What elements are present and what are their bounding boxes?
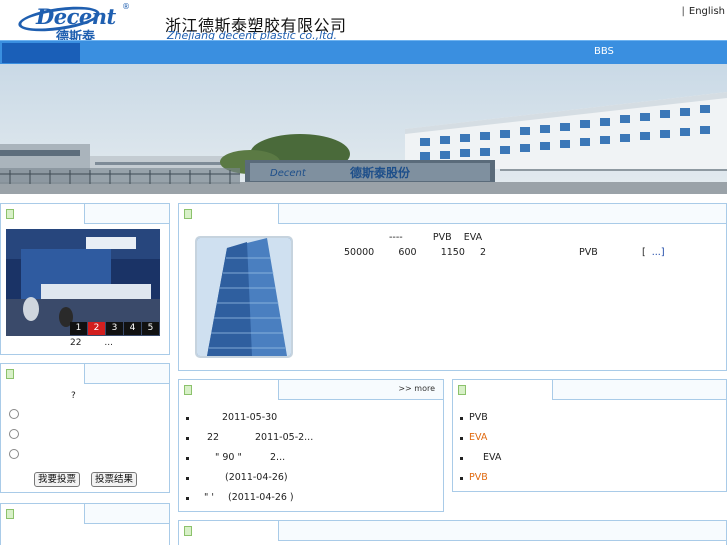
factory-banner-image: Decent 德斯泰股份: [0, 64, 727, 194]
document-icon: [6, 509, 14, 519]
about-text: 50000: [344, 247, 375, 258]
photo-pager: 1 2 3 4 5: [70, 322, 160, 335]
box-tab: [179, 380, 279, 400]
bullet: [186, 437, 189, 440]
svg-text:德斯泰股份: 德斯泰股份: [350, 165, 411, 180]
box-tab: [179, 204, 279, 224]
building-photo: [197, 238, 291, 356]
exhibition-photo-box: 1 2 3 4 5 22 ...: [0, 203, 170, 355]
document-icon: [184, 526, 192, 536]
pager-page-3[interactable]: 3: [106, 322, 123, 335]
vote-submit-button[interactable]: 我要投票: [34, 472, 81, 487]
decent-logo[interactable]: Decent ® 德斯泰: [14, 2, 132, 45]
box-header: [453, 380, 726, 400]
news-date: (2011-04-26 ): [228, 492, 294, 503]
box-header: [1, 504, 169, 524]
news-more-link[interactable]: >> more: [398, 384, 435, 393]
about-text: ----: [389, 232, 403, 243]
site-header: Decent ® 德斯泰 浙江德斯泰塑胶有限公司 Zhejiang decent…: [0, 0, 727, 45]
about-text: PVB: [579, 247, 598, 258]
pager-page-5[interactable]: 5: [142, 322, 159, 335]
vote-box: ? 我要投票 投票结果: [0, 363, 170, 493]
pager-page-1[interactable]: 1: [70, 322, 87, 335]
vote-option-radio-2[interactable]: [9, 429, 19, 439]
bullet: [460, 437, 463, 440]
about-line-2b: PVB: [579, 247, 598, 258]
language-switcher: | English: [682, 6, 725, 17]
exhibition-photo-image: [6, 229, 160, 336]
product-name: PVB: [469, 472, 488, 483]
document-icon: [184, 209, 192, 219]
product-name: EVA: [469, 432, 488, 443]
bottom-center-box: [178, 520, 727, 545]
svg-text:Decent: Decent: [270, 168, 307, 179]
bullet: [186, 417, 189, 420]
box-tab: [1, 504, 85, 524]
box-tab: [1, 364, 85, 384]
bullet: [460, 457, 463, 460]
product-box: PVB EVA EVA PVB: [452, 379, 727, 492]
about-text: EVA: [463, 232, 483, 243]
news-prefix: " ': [204, 492, 215, 503]
bullet: [460, 477, 463, 480]
pager-page-4[interactable]: 4: [124, 322, 141, 335]
about-building-image: [195, 236, 293, 358]
bullet: [186, 497, 189, 500]
nav-home-tab[interactable]: [2, 43, 80, 63]
news-date: 2011-05-30: [222, 412, 278, 423]
box-tab: [1, 204, 85, 224]
vote-option-radio-3[interactable]: [9, 449, 19, 459]
box-header: >> more: [179, 380, 443, 400]
logo-registered-mark: ®: [122, 2, 130, 11]
about-readmore[interactable]: [ ...]: [642, 247, 665, 258]
photo-caption[interactable]: 22 ...: [70, 338, 113, 348]
pager-page-2[interactable]: 2: [88, 322, 105, 335]
caption-ellipsis: ...: [104, 338, 113, 348]
box-header: [179, 204, 726, 224]
box-header: [1, 364, 169, 384]
bullet: [186, 457, 189, 460]
about-text: PVB: [432, 232, 452, 243]
document-icon: [6, 369, 14, 379]
product-name: EVA: [483, 452, 502, 463]
news-date: 2...: [270, 452, 286, 463]
left-bottom-box: [0, 503, 170, 545]
vote-result-button[interactable]: 投票结果: [91, 472, 138, 487]
nav-bbs-link[interactable]: BBS: [594, 46, 614, 57]
factory-banner: Decent 德斯泰股份: [0, 64, 727, 194]
document-icon: [184, 385, 192, 395]
bullet: [460, 417, 463, 420]
news-prefix: 22: [207, 432, 220, 443]
read-more-link[interactable]: ...]: [652, 247, 665, 258]
about-text: 2: [480, 247, 487, 258]
bracket: [: [642, 247, 646, 258]
vote-question: ?: [71, 391, 76, 401]
english-link[interactable]: English: [689, 6, 725, 17]
news-box: >> more 2011-05-30 22 2011-05-2... " 90 "…: [178, 379, 444, 512]
box-tab: [453, 380, 553, 400]
about-text: 600: [398, 247, 417, 258]
main-nav: BBS: [0, 40, 727, 64]
box-header: [179, 521, 726, 541]
about-line-2: 50000 600 1150 2: [344, 247, 486, 258]
bullet: [186, 477, 189, 480]
news-date: (2011-04-26): [225, 472, 288, 483]
vote-option-radio-1[interactable]: [9, 409, 19, 419]
news-prefix: " 90 ": [215, 452, 242, 463]
box-header: [1, 204, 169, 224]
lang-separator: |: [681, 6, 685, 17]
about-text: 1150: [440, 247, 465, 258]
about-company-box: ---- PVB EVA 50000 600 1150 2 PVB [ ...]: [178, 203, 727, 371]
document-icon: [458, 385, 466, 395]
caption-number: 22: [70, 338, 82, 348]
document-icon: [6, 209, 14, 219]
news-date: 2011-05-2...: [255, 432, 314, 443]
box-tab: [179, 521, 279, 541]
exhibition-photo[interactable]: [6, 229, 160, 336]
about-line-1: ---- PVB EVA: [389, 232, 482, 243]
product-name: PVB: [469, 412, 488, 423]
